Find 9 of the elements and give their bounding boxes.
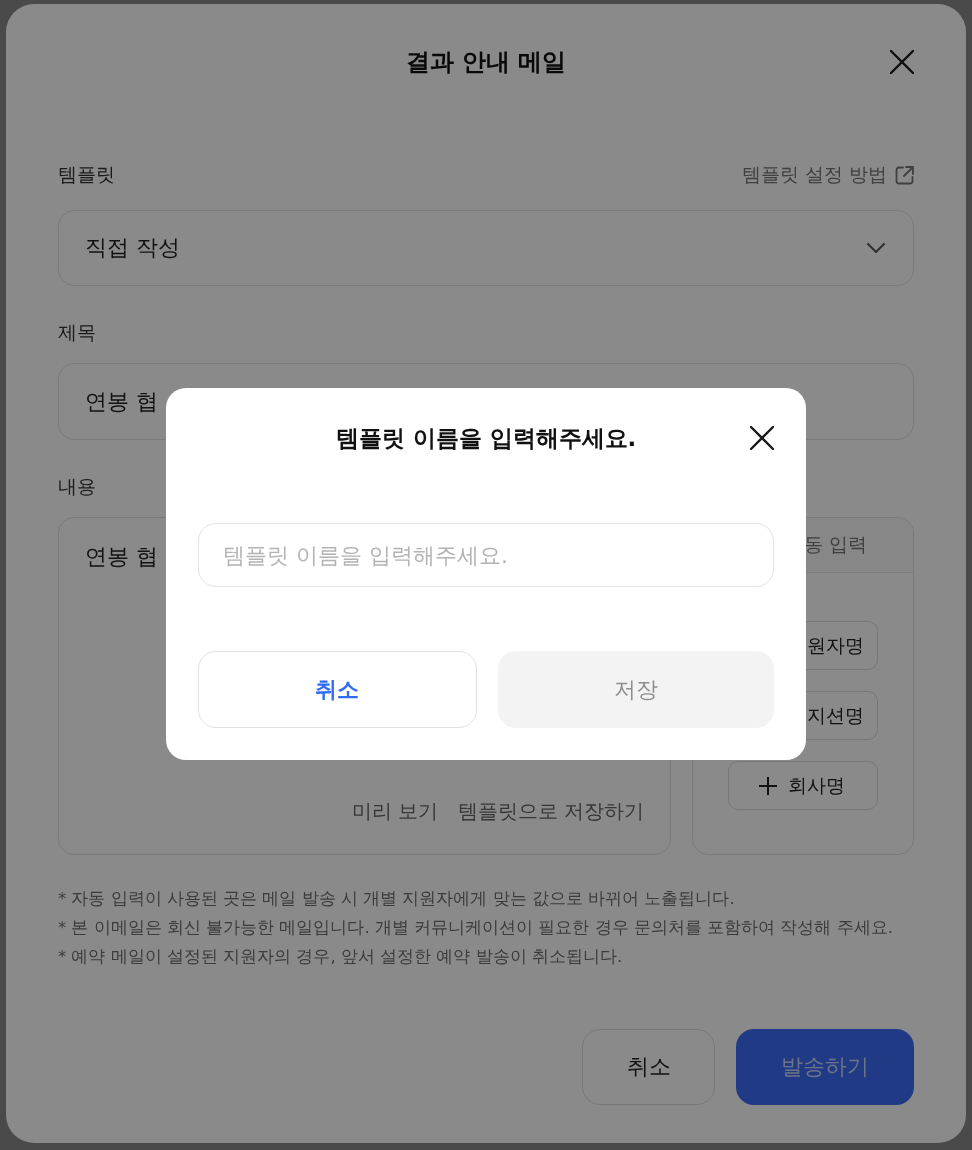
- content-text: 연봉 협: [85, 543, 158, 571]
- modal-title: 결과 안내 메일: [405, 47, 567, 78]
- note-text: * 본 이메일은 회신 불가능한 메일입니다. 개별 커뮤니케이션이 필요한 경우 문의처를 포함하여 작성해 주세요.: [58, 917, 894, 939]
- dialog-title: 템플릿 이름을 입력해주세요.: [335, 423, 637, 453]
- field-label: 제목: [58, 320, 96, 345]
- field-label: 내용: [58, 474, 96, 499]
- field-label: 템플릿: [58, 162, 115, 187]
- note-text: * 자동 입력이 사용된 곳은 메일 발송 시 개별 지원자에게 맞는 값으로 바뀌어 노출됩니다.: [58, 888, 736, 910]
- note-text: * 예약 메일이 설정된 지원자의 경우, 앞서 설정한 예약 발송이 취소됩니다.: [58, 946, 624, 968]
